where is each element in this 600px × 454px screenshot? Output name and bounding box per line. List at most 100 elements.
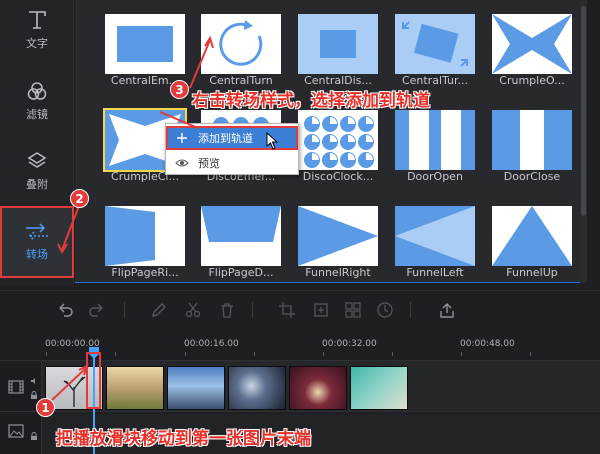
central-emerge-thumbnail [117,26,173,62]
menu-item-preview[interactable]: 预览 [166,151,298,175]
timeline-clip-moon[interactable] [228,366,286,410]
export-button[interactable] [438,301,456,319]
central-turn-2-thumbnail [395,14,475,74]
door-open-thumbnail [395,110,475,170]
undo-icon [59,303,73,317]
scissors-icon [185,302,201,318]
timeline-clip-dancer[interactable] [350,366,408,410]
disco-clock-thumbnail [304,116,374,168]
ruler-tick [392,352,393,356]
menu-item-add-to-track[interactable]: 添加到轨道 [166,126,298,150]
flippage-right-thumbnail [105,206,155,266]
central-dissolve-thumbnail [298,14,378,74]
lock-icon [31,432,37,440]
redo-button[interactable] [88,301,106,319]
funnel-up-thumbnail [492,206,572,266]
ruler-tick [185,352,186,356]
plus-icon [177,133,187,143]
menu-item-label: 添加到轨道 [198,132,253,145]
transition-label: DoorClose [503,170,561,183]
overlay-icon [27,152,47,168]
sidebar-item-label: 转场 [26,248,48,261]
lock-icon [31,391,37,399]
undo-button[interactable] [56,301,74,319]
redo-icon [89,303,103,317]
left-sidebar: 文字 滤镜 叠附 转场 [0,0,74,285]
sidebar-item-transition[interactable]: 转场 [0,206,74,278]
ruler-tick [115,352,116,356]
delete-button[interactable] [218,301,236,319]
mosaic-button[interactable] [344,301,362,319]
ruler-tick [46,352,47,356]
transition-label: FunnelUp [506,266,558,279]
sidebar-item-label: 叠附 [26,178,48,191]
transition-tile-flippage-right[interactable] [105,206,185,266]
panel-scrollbar[interactable] [580,0,587,283]
transition-label: DiscoClock... [302,170,374,183]
transition-label: FlipPageD... [208,266,274,279]
toolbar-divider [252,302,253,318]
step-badge-1: 1 [36,398,55,417]
trash-icon [221,303,233,318]
transition-tile-door-close[interactable] [492,110,572,170]
transition-tile-door-open[interactable] [395,110,475,170]
edit-toolbar [0,290,600,326]
transition-tile-central-em[interactable] [105,14,185,74]
transition-tile-flippage-down[interactable] [201,206,281,266]
funnel-right-thumbnail [298,206,378,266]
central-turn-thumbnail [219,20,263,66]
transition-tile-crumple-open[interactable] [492,14,572,74]
transition-label: DoorOpen [407,170,463,183]
toolbar-divider [124,302,125,318]
transition-label: CrumpleO... [499,74,565,87]
zoom-frame-icon [314,303,328,317]
edit-button[interactable] [150,301,168,319]
door-close-thumbnail [492,110,572,170]
duration-button[interactable] [376,301,394,319]
playhead-highlight-box [86,352,101,409]
transition-tile-disco-clock[interactable] [298,110,378,170]
toolbar-divider [410,302,411,318]
timeline-clip-field[interactable] [106,366,164,410]
sidebar-item-filter[interactable]: 滤镜 [0,66,74,136]
transition-tile-funnel-left[interactable] [395,206,475,266]
film-icon [8,380,24,394]
transition-tile-central-tur2[interactable] [395,14,475,74]
crumple-open-thumbnail [492,14,572,74]
share-icon [440,303,454,318]
crop-button[interactable] [278,301,296,319]
zoom-button[interactable] [312,301,330,319]
time-label: 00:00:32.00 [322,339,377,349]
pencil-icon [152,303,166,317]
transition-icon [26,223,48,241]
ruler-tick [254,352,255,356]
cut-button[interactable] [184,301,202,319]
timeline-clip-lake[interactable] [167,366,225,410]
transition-tile-central-turn[interactable] [201,14,281,74]
ruler-tick [530,352,531,356]
transition-tile-funnel-right[interactable] [298,206,378,266]
sidebar-item-text[interactable]: 文字 [0,0,74,60]
menu-item-label: 预览 [198,157,220,170]
image-track-header [0,414,42,454]
text-icon [29,11,46,29]
timeline-clip-tunnel[interactable] [289,366,347,410]
mosaic-icon [345,302,361,318]
speaker-icon [31,378,35,384]
funnel-left-thumbnail [395,206,475,266]
transition-tile-central-dis[interactable] [298,14,378,74]
filter-icon [27,82,47,100]
crop-icon [279,302,295,318]
transition-tile-funnel-up[interactable] [492,206,572,266]
clock-icon [377,302,393,318]
time-label: 00:00:16.00 [184,339,239,349]
step3-callout: 右击转场样式，选择添加到轨道 [192,91,430,111]
scrollbar-thumb[interactable] [581,6,586,216]
time-label: 00:00:48.00 [460,339,515,349]
context-menu: 添加到轨道 预览 [165,123,299,175]
sidebar-item-overlay[interactable]: 叠附 [0,136,74,206]
ruler-tick [323,352,324,356]
transition-label: FlipPageRi... [111,266,179,279]
ruler-tick [461,352,462,356]
flippage-down-thumbnail [201,206,281,242]
